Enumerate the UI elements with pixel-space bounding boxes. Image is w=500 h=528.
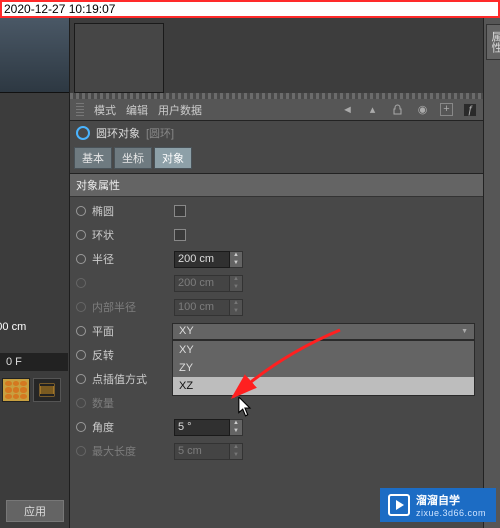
nav-back-icon[interactable]: ◄: [340, 102, 355, 117]
checkbox-ellipse[interactable]: [174, 205, 186, 217]
timeline-icon[interactable]: [33, 378, 61, 402]
object-name: 圆环对象: [96, 125, 140, 141]
label-maxlen: 最大长度: [92, 443, 172, 459]
viewport-column: 距 : 100 cm 0 F 应用: [0, 18, 70, 528]
timestamp-overlay: 2020-12-27 10:19:07: [0, 0, 500, 18]
spinner[interactable]: ▲▼: [230, 419, 243, 436]
menu-mode[interactable]: 模式: [94, 102, 116, 118]
menu-edit[interactable]: 编辑: [126, 102, 148, 118]
dropdown-plane-value: XY: [179, 325, 194, 337]
function-icon[interactable]: ƒ: [463, 103, 477, 117]
param-radio: [70, 398, 92, 408]
input-radius[interactable]: [174, 251, 230, 268]
object-title-row: 圆环对象 [圆环]: [70, 121, 483, 145]
row-ring: 环状: [70, 223, 483, 247]
param-radio[interactable]: [70, 230, 92, 240]
spinner[interactable]: ▲▼: [230, 251, 243, 268]
target-icon[interactable]: ◉: [415, 102, 430, 117]
spinner: ▲▼: [230, 275, 243, 292]
panel-menubar: 模式 编辑 用户数据 ◄ ▴ ◉ + ƒ: [70, 99, 483, 121]
nav-up-icon[interactable]: ▴: [365, 102, 380, 117]
label-count: 数量: [92, 395, 172, 411]
attribute-tabs: 基本 坐标 对象: [70, 147, 483, 169]
param-radio[interactable]: [70, 206, 92, 216]
label-ellipse: 椭圆: [92, 203, 172, 219]
ring-object-icon: [76, 126, 90, 140]
right-dock: 属性: [483, 18, 500, 528]
param-radio[interactable]: [70, 326, 92, 336]
chevron-down-icon: ▼: [461, 328, 468, 335]
menu-userdata[interactable]: 用户数据: [158, 102, 202, 118]
spinner: ▲▼: [230, 299, 243, 316]
watermark-play-icon: [388, 494, 410, 516]
section-header: 对象属性: [70, 173, 483, 197]
object-type: [圆环]: [146, 125, 174, 141]
row-radius: 半径 ▲▼: [70, 247, 483, 271]
input-inner-radius: [174, 299, 230, 316]
grip-icon: [76, 103, 84, 117]
watermark-brand: 溜溜自学: [416, 495, 460, 507]
label-angle: 角度: [92, 419, 172, 435]
layout-grid-icon[interactable]: [2, 378, 30, 402]
param-radio: [70, 278, 92, 288]
watermark-url: zixue.3d66.com: [416, 508, 486, 518]
param-radio: [70, 302, 92, 312]
label-plane: 平面: [92, 323, 172, 339]
checkbox-ring[interactable]: [174, 229, 186, 241]
param-radio[interactable]: [70, 374, 92, 384]
label-reverse: 反转: [92, 347, 172, 363]
row-maxlen: 最大长度 ▲▼: [70, 439, 483, 463]
new-icon[interactable]: +: [440, 103, 453, 116]
label-ring: 环状: [92, 227, 172, 243]
input-maxlen: [174, 443, 230, 460]
apply-button[interactable]: 应用: [6, 500, 64, 522]
viewport-thumbnail: [0, 18, 69, 93]
param-radio: [70, 446, 92, 456]
row-radius2: ▲▼: [70, 271, 483, 295]
attribute-panel: 模式 编辑 用户数据 ◄ ▴ ◉ + ƒ 圆环对象 [圆环] 基本 坐标 对象 …: [70, 18, 483, 528]
viewport-misc-readout: 0 F: [0, 353, 68, 371]
row-ellipse: 椭圆: [70, 199, 483, 223]
viewport-distance-readout: 距 : 100 cm: [0, 318, 26, 334]
input-radius2: [174, 275, 230, 292]
tab-basic[interactable]: 基本: [74, 147, 112, 169]
tab-object[interactable]: 对象: [154, 147, 192, 169]
label-inner-radius: 内部半径: [92, 299, 172, 315]
input-angle[interactable]: [174, 419, 230, 436]
lock-icon[interactable]: [390, 102, 405, 117]
preview-tile: [74, 23, 164, 93]
label-interp: 点插值方式: [92, 371, 172, 387]
param-radio[interactable]: [70, 254, 92, 264]
preview-strip: [70, 18, 483, 93]
properties-body: 椭圆 环状 半径 ▲▼ ▲▼ 内部半径 ▲▼: [70, 197, 483, 528]
tab-coord[interactable]: 坐标: [114, 147, 152, 169]
spinner: ▲▼: [230, 443, 243, 460]
param-radio[interactable]: [70, 350, 92, 360]
right-tab-attributes[interactable]: 属性: [486, 24, 500, 60]
label-radius: 半径: [92, 251, 172, 267]
param-radio[interactable]: [70, 422, 92, 432]
row-angle: 角度 ▲▼: [70, 415, 483, 439]
cursor-icon: [238, 397, 253, 417]
watermark: 溜溜自学 zixue.3d66.com: [380, 488, 496, 522]
row-inner-radius: 内部半径 ▲▼: [70, 295, 483, 319]
